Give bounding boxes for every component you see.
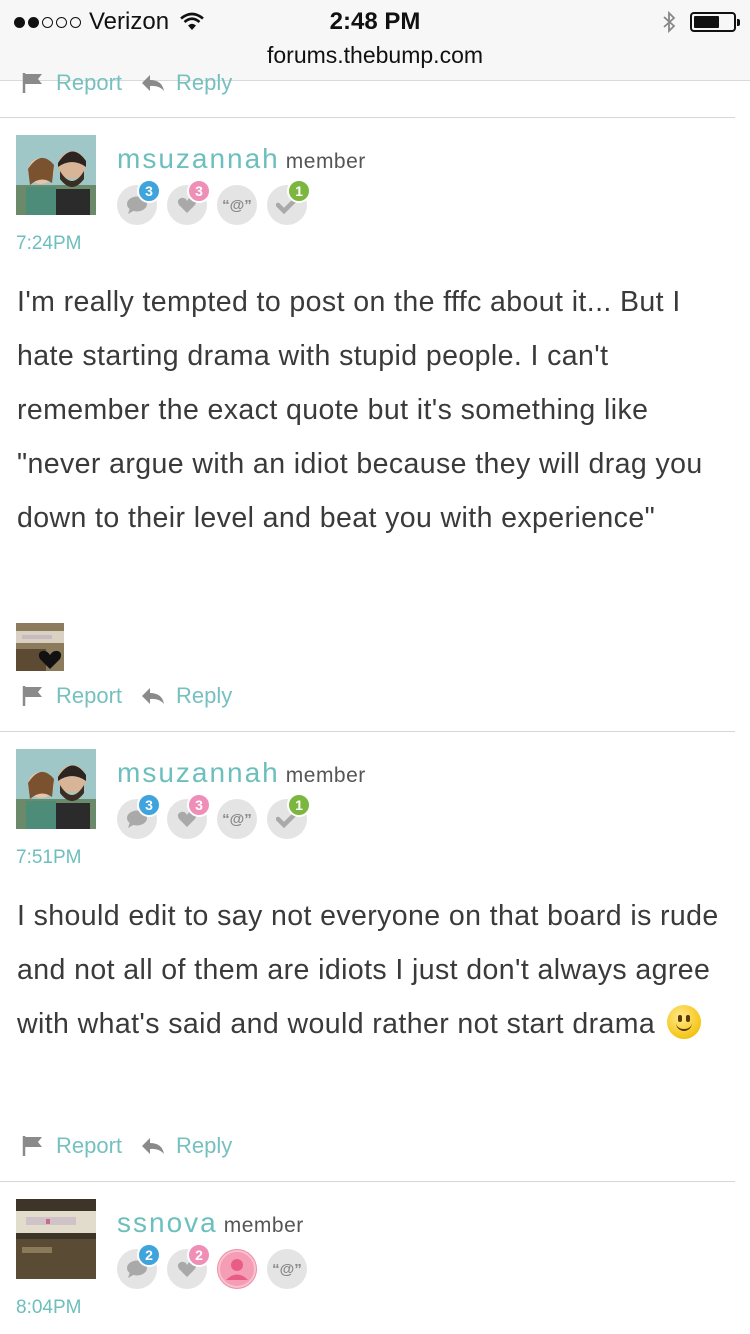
flag-icon (22, 73, 42, 93)
username[interactable]: ssnova (117, 1207, 218, 1238)
reply-icon (142, 75, 165, 91)
clock: 2:48 PM (329, 8, 421, 35)
comments-badge[interactable]: 3 (117, 179, 161, 225)
accepted-badge[interactable]: 1 (267, 793, 311, 839)
accepted-count: 1 (287, 793, 311, 817)
post-body: I should edit to say not everyone on tha… (17, 889, 732, 1051)
comments-count: 3 (137, 793, 161, 817)
likes-badge[interactable]: 2 (167, 1243, 211, 1289)
battery-icon (690, 12, 740, 32)
post-actions: Report Reply (22, 1133, 250, 1159)
comments-count: 2 (137, 1243, 161, 1267)
comments-badge[interactable]: 3 (117, 793, 161, 839)
reply-button[interactable]: Reply (140, 683, 232, 709)
bluetooth-icon (663, 10, 676, 34)
accepted-count: 1 (287, 179, 311, 203)
username[interactable]: msuzannah (117, 143, 280, 174)
mention-badge[interactable]: “@” (267, 1249, 307, 1289)
username[interactable]: msuzannah (117, 757, 280, 788)
user-role: member (285, 764, 366, 787)
status-bar: Verizon 2:48 PM forums.thebump.com (0, 0, 750, 81)
reply-button[interactable]: Reply (140, 70, 232, 96)
likes-count: 3 (187, 793, 211, 817)
avatar[interactable] (16, 1199, 96, 1279)
post-divider (0, 731, 735, 732)
likes-count: 3 (187, 179, 211, 203)
user-role: member (223, 1214, 304, 1237)
post-text: I should edit to say not everyone on tha… (17, 900, 719, 1040)
post-divider (0, 1181, 735, 1182)
reply-icon (142, 1138, 165, 1154)
profile-badge[interactable] (217, 1249, 257, 1289)
post-divider (0, 117, 735, 118)
report-button[interactable]: Report (22, 1133, 122, 1159)
mention-badge[interactable]: “@” (217, 799, 257, 839)
flag-icon (22, 1136, 42, 1156)
reply-button[interactable]: Reply (140, 1133, 232, 1159)
post-time[interactable]: 8:04PM (16, 1297, 81, 1319)
likes-badge[interactable]: 3 (167, 793, 211, 839)
signature-image (16, 623, 64, 671)
mention-icon: “@” (222, 196, 252, 214)
mention-badge[interactable]: “@” (217, 185, 257, 225)
user-badges: 3 3 “@” 1 (117, 179, 311, 225)
user-badges: 2 2 “@” (117, 1243, 307, 1289)
reply-icon (142, 688, 165, 704)
report-button[interactable]: Report (22, 683, 122, 709)
comments-badge[interactable]: 2 (117, 1243, 161, 1289)
avatar[interactable] (16, 749, 96, 829)
url-bar[interactable]: forums.thebump.com (0, 42, 750, 69)
report-button[interactable]: Report (22, 70, 122, 96)
accepted-badge[interactable]: 1 (267, 179, 311, 225)
likes-badge[interactable]: 3 (167, 179, 211, 225)
likes-count: 2 (187, 1243, 211, 1267)
mention-icon: “@” (222, 810, 252, 828)
post-time[interactable]: 7:51PM (16, 847, 81, 869)
user-role: member (285, 150, 366, 173)
post-actions: Report Reply (22, 683, 250, 709)
comments-count: 3 (137, 179, 161, 203)
person-icon (218, 1250, 256, 1288)
mention-icon: “@” (272, 1260, 302, 1278)
flag-icon (22, 686, 42, 706)
post-actions-prev: Report Reply (22, 70, 250, 96)
user-badges: 3 3 “@” 1 (117, 793, 311, 839)
smiley-icon (667, 1005, 702, 1040)
avatar[interactable] (16, 135, 96, 215)
post-body: I'm really tempted to post on the fffc a… (17, 286, 703, 534)
post-time[interactable]: 7:24PM (16, 233, 81, 255)
